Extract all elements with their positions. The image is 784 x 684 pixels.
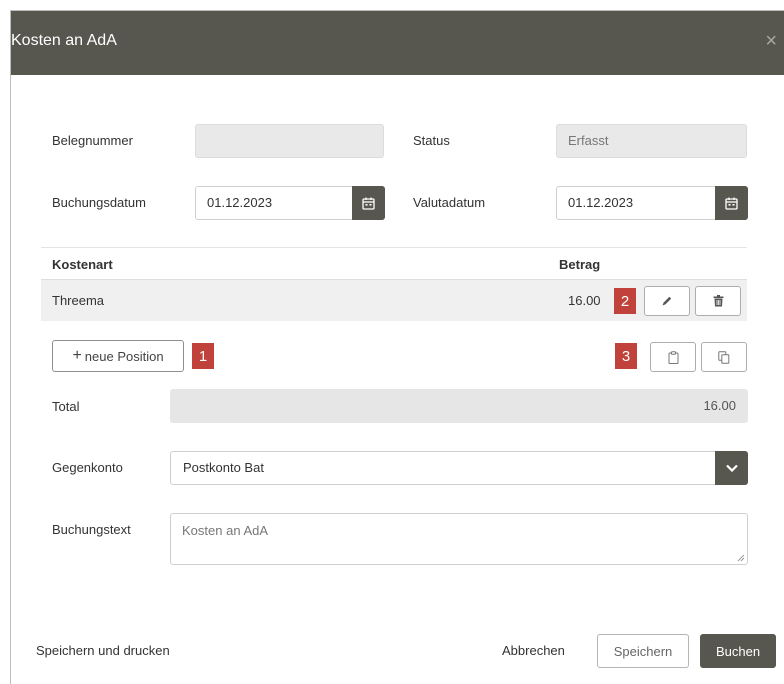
column-header-kostenart: Kostenart: [52, 257, 113, 272]
calendar-icon: [725, 197, 738, 210]
gegenkonto-value: Postkonto Bat: [183, 460, 264, 475]
column-header-betrag: Betrag: [559, 257, 601, 272]
row-betrag: 16.00: [568, 293, 601, 308]
book-button[interactable]: Buchen: [700, 634, 776, 668]
add-position-button[interactable]: + neue Position: [52, 340, 184, 372]
gegenkonto-select[interactable]: Postkonto Bat: [170, 451, 748, 485]
table-header: Kostenart Betrag: [41, 247, 747, 279]
valutadatum-label: Valutadatum: [413, 195, 486, 210]
status-label: Status: [413, 133, 450, 148]
delete-row-button[interactable]: [695, 286, 741, 316]
add-position-label: neue Position: [84, 348, 164, 364]
annotation-badge-1: 1: [192, 343, 214, 369]
total-label: Total: [52, 399, 80, 414]
annotation-badge-3: 3: [615, 343, 637, 369]
belegnummer-label: Belegnummer: [52, 133, 133, 148]
gegenkonto-label: Gegenkonto: [52, 460, 123, 475]
edit-row-button[interactable]: [644, 286, 690, 316]
calendar-icon: [362, 197, 375, 210]
buchungsdatum-value: 01.12.2023: [207, 195, 273, 210]
close-icon[interactable]: ×: [765, 31, 777, 51]
paste-position-button[interactable]: [650, 342, 696, 372]
valutadatum-calendar-button[interactable]: [715, 186, 748, 220]
row-kostenart: Threema: [52, 293, 105, 308]
save-button[interactable]: Speichern: [597, 634, 689, 668]
buchungsdatum-calendar-button[interactable]: [352, 186, 385, 220]
plus-icon: +: [72, 347, 82, 364]
belegnummer-field: [195, 124, 384, 158]
total-value: 16.00: [170, 389, 748, 423]
status-field: Erfasst: [556, 124, 747, 158]
buchungsdatum-input[interactable]: 01.12.2023: [195, 186, 385, 220]
buchungstext-value: Kosten an AdA: [182, 523, 269, 538]
buchungsdatum-label: Buchungsdatum: [52, 195, 146, 210]
gegenkonto-dropdown-button[interactable]: [715, 451, 748, 485]
copy-icon: [718, 350, 730, 364]
resize-grip-icon[interactable]: [737, 554, 745, 562]
table-row[interactable]: Threema 16.00 2: [41, 279, 747, 321]
dialog-title: Kosten an AdA: [11, 32, 117, 49]
valutadatum-input[interactable]: 01.12.2023: [556, 186, 748, 220]
cancel-link[interactable]: Abbrechen: [502, 643, 565, 658]
copy-position-button[interactable]: [701, 342, 747, 372]
dialog: Kosten an AdA × Belegnummer Status Erfas…: [10, 10, 784, 684]
dialog-header: Kosten an AdA ×: [11, 11, 784, 75]
pencil-icon: [662, 296, 672, 306]
annotation-badge-2: 2: [614, 288, 636, 314]
valutadatum-value: 01.12.2023: [568, 195, 634, 210]
chevron-down-icon: [725, 464, 738, 472]
buchungstext-label: Buchungstext: [52, 522, 131, 537]
buchungstext-textarea[interactable]: Kosten an AdA: [170, 513, 748, 565]
trash-icon: [713, 295, 723, 307]
save-and-print-link[interactable]: Speichern und drucken: [36, 643, 170, 658]
clipboard-icon: [668, 350, 678, 364]
